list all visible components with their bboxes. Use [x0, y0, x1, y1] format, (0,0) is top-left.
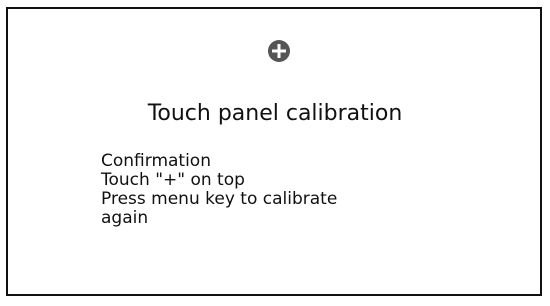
message-line-4: again [101, 208, 149, 228]
message-line-1: Confirmation [101, 151, 211, 171]
page-title: Touch panel calibration [147, 101, 403, 126]
calibration-message: Confirmation Touch "+" on top Press menu… [101, 152, 337, 228]
message-line-3: Press menu key to calibrate [101, 189, 338, 209]
message-line-2: Touch "+" on top [101, 170, 245, 190]
plus-target-icon[interactable] [267, 39, 291, 63]
